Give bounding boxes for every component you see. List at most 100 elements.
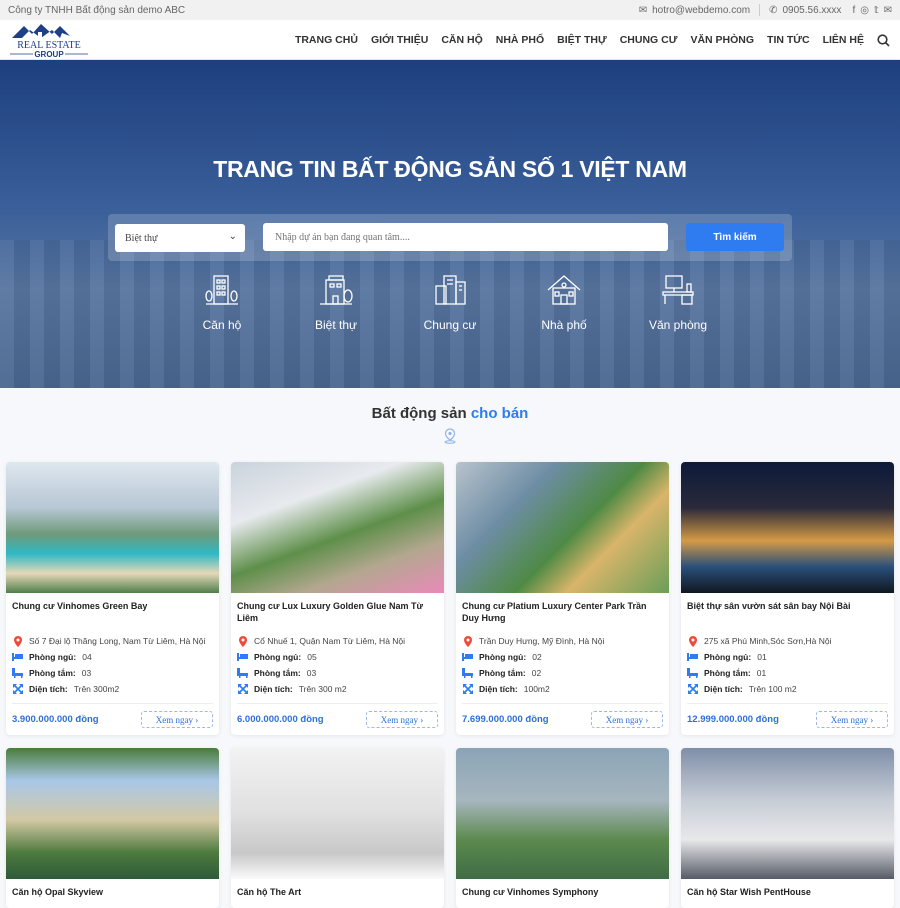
company-name: Công ty TNHH Bất động sản demo ABC xyxy=(8,4,186,16)
bath-icon xyxy=(12,668,23,678)
area-label: Diện tích: xyxy=(704,684,743,694)
map-marker-icon xyxy=(687,635,698,647)
nav-item-about[interactable]: GIỚI THIỆU xyxy=(371,34,428,46)
listing-title[interactable]: Căn hộ Star Wish PentHouse xyxy=(681,879,894,908)
view-now-button[interactable]: Xem ngay › xyxy=(591,711,663,728)
listing-image[interactable] xyxy=(681,748,894,879)
nav-item-villa[interactable]: BIỆT THỰ xyxy=(557,34,607,46)
listing-title[interactable]: Chung cư Platium Luxury Center Park Trần… xyxy=(456,593,669,633)
listing-title[interactable]: Chung cư Vinhomes Green Bay xyxy=(6,593,219,633)
mail-icon[interactable]: ✉ xyxy=(884,5,892,16)
listing-price: 6.000.000.000 đồng xyxy=(237,714,324,725)
nav-item-townhouse[interactable]: NHÀ PHỐ xyxy=(496,34,544,46)
category-label: Văn phòng xyxy=(648,318,708,332)
listing-address: Trần Duy Hưng, Mỹ Đình, Hà Nội xyxy=(479,636,605,646)
category-3[interactable]: Nhà phố xyxy=(519,272,609,332)
bath-label: Phòng tắm: xyxy=(704,668,751,678)
listing-image[interactable] xyxy=(456,462,669,593)
search-button[interactable]: Tìm kiếm xyxy=(686,223,784,251)
phone-link[interactable]: 0905.56.xxxx xyxy=(783,5,842,16)
category-label: Căn hộ xyxy=(202,318,242,332)
bed-label: Phòng ngủ: xyxy=(254,652,302,662)
view-now-button[interactable]: Xem ngay › xyxy=(816,711,888,728)
instagram-icon[interactable]: ◎ xyxy=(860,5,869,16)
listing-title[interactable]: Biệt thự sân vườn sát sân bay Nội Bài xyxy=(681,593,894,633)
category-0[interactable]: Căn hộ xyxy=(177,272,267,332)
chevron-down-icon: ⌄ xyxy=(228,231,237,242)
category-label: Biệt thự xyxy=(314,318,358,332)
search-input[interactable] xyxy=(263,223,668,251)
area-icon xyxy=(687,684,698,694)
listing-area: Trên 300 m2 xyxy=(298,684,347,694)
listing-title[interactable]: Căn hộ The Art xyxy=(231,879,444,908)
bed-icon xyxy=(462,653,473,661)
facebook-icon[interactable]: f xyxy=(852,5,855,16)
bath-label: Phòng tắm: xyxy=(254,668,301,678)
listing-image[interactable] xyxy=(231,462,444,593)
bed-icon xyxy=(687,653,698,661)
house-icon xyxy=(547,275,581,305)
section-title: Bất động sản cho bán xyxy=(371,405,529,422)
listing-price: 7.699.000.000 đồng xyxy=(462,714,549,725)
map-marker-icon xyxy=(462,635,473,647)
category-2[interactable]: Chung cư xyxy=(405,272,495,332)
listing-area: Trên 300m2 xyxy=(73,684,120,694)
location-pin-icon xyxy=(444,428,456,444)
listing-area: 100m2 xyxy=(523,684,550,694)
listing-bathrooms: 03 xyxy=(81,668,92,678)
listing-title[interactable]: Chung cư Vinhomes Symphony xyxy=(456,879,669,908)
listing-image[interactable] xyxy=(681,462,894,593)
hero-banner: TRANG TIN BẤT ĐỘNG SẢN SỐ 1 VIỆT NAM Biệ… xyxy=(0,60,900,388)
listing-bedrooms: 05 xyxy=(307,652,317,662)
logo-subtext: GROUP xyxy=(34,50,64,59)
nav-item-home[interactable]: TRANG CHỦ xyxy=(295,34,358,46)
bath-icon xyxy=(687,668,698,678)
area-label: Diện tích: xyxy=(29,684,68,694)
nav-item-office[interactable]: VĂN PHÒNG xyxy=(690,34,754,46)
map-marker-icon xyxy=(12,635,23,647)
listing-image[interactable] xyxy=(6,462,219,593)
search-icon[interactable] xyxy=(877,33,890,47)
listing-card[interactable]: Biệt thự sân vườn sát sân bay Nội Bài 27… xyxy=(681,462,894,735)
bed-label: Phòng ngủ: xyxy=(29,652,77,662)
category-select[interactable]: Biệt thự ⌄ xyxy=(115,224,245,252)
category-1[interactable]: Biệt thự xyxy=(291,272,381,332)
listing-bathrooms: 01 xyxy=(756,668,767,678)
listing-card[interactable]: Căn hộ Star Wish PentHouse xyxy=(681,748,894,908)
nav-menu: TRANG CHỦ GIỚI THIỆU CĂN HỘ NHÀ PHỐ BIỆT… xyxy=(295,20,890,60)
listing-bedrooms: 02 xyxy=(532,652,542,662)
listing-card[interactable]: Căn hộ Opal Skyview xyxy=(6,748,219,908)
area-label: Diện tích: xyxy=(479,684,518,694)
twitter-icon[interactable]: 𝕥 xyxy=(874,5,879,16)
logo[interactable]: REAL ESTATE GROUP xyxy=(8,21,90,59)
area-icon xyxy=(462,684,473,694)
email-link[interactable]: hotro@webdemo.com xyxy=(652,5,750,16)
category-label: Chung cư xyxy=(423,318,477,332)
bath-label: Phòng tắm: xyxy=(29,668,76,678)
view-now-button[interactable]: Xem ngay › xyxy=(366,711,438,728)
listing-title[interactable]: Chung cư Lux Luxury Golden Glue Nam Từ L… xyxy=(231,593,444,633)
nav-item-contact[interactable]: LIÊN HỆ xyxy=(823,34,864,46)
nav-item-news[interactable]: TIN TỨC xyxy=(767,34,810,46)
listing-card[interactable]: Chung cư Lux Luxury Golden Glue Nam Từ L… xyxy=(231,462,444,735)
nav-item-apartment[interactable]: CĂN HỘ xyxy=(441,34,482,46)
category-label: Nhà phố xyxy=(541,318,587,332)
listing-card[interactable]: Chung cư Vinhomes Symphony xyxy=(456,748,669,908)
listing-card[interactable]: Căn hộ The Art xyxy=(231,748,444,908)
listing-bathrooms: 02 xyxy=(531,668,542,678)
listing-card[interactable]: Chung cư Vinhomes Green Bay Số 7 Đại lộ … xyxy=(6,462,219,735)
listing-image[interactable] xyxy=(456,748,669,879)
listing-address: 275 xã Phú Minh,Sóc Sơn,Hà Nội xyxy=(704,636,832,646)
bath-icon xyxy=(237,668,248,678)
category-4[interactable]: Văn phòng xyxy=(633,272,723,332)
listing-price: 3.900.000.000 đồng xyxy=(12,714,99,725)
listing-area: Trên 100 m2 xyxy=(748,684,797,694)
listing-image[interactable] xyxy=(231,748,444,879)
nav-item-condo[interactable]: CHUNG CƯ xyxy=(620,34,678,46)
apartment-icon xyxy=(205,275,238,305)
view-now-button[interactable]: Xem ngay › xyxy=(141,711,213,728)
listing-card[interactable]: Chung cư Platium Luxury Center Park Trần… xyxy=(456,462,669,735)
listing-title[interactable]: Căn hộ Opal Skyview xyxy=(6,879,219,908)
area-icon xyxy=(237,684,248,694)
listing-image[interactable] xyxy=(6,748,219,879)
